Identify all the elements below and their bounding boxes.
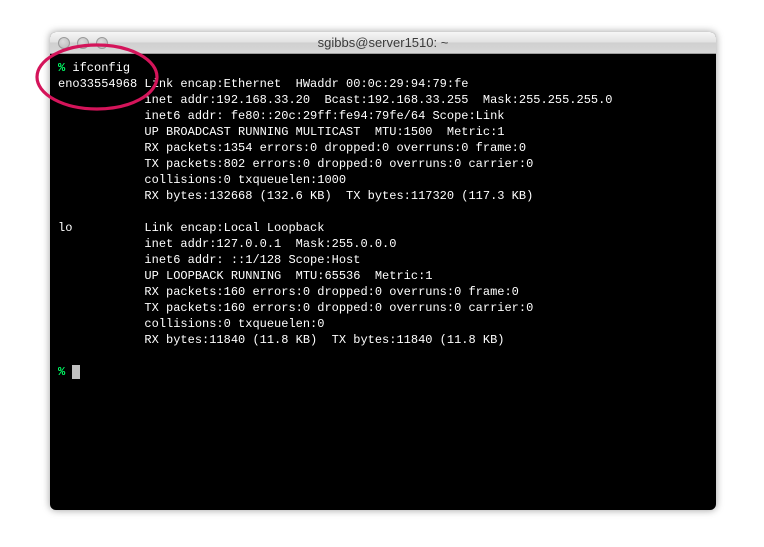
minimize-icon[interactable] (77, 37, 89, 49)
iface1-l2: inet addr:192.168.33.20 Bcast:192.168.33… (144, 93, 612, 107)
zoom-icon[interactable] (96, 37, 108, 49)
terminal-window: sgibbs@server1510: ~ % ifconfig eno33554… (50, 32, 716, 510)
iface2-l6: TX packets:160 errors:0 dropped:0 overru… (144, 301, 533, 315)
iface1-l4: UP BROADCAST RUNNING MULTICAST MTU:1500 … (144, 125, 504, 139)
cursor-icon (72, 365, 80, 379)
iface2-l2: inet addr:127.0.0.1 Mask:255.0.0.0 (144, 237, 396, 251)
close-icon[interactable] (58, 37, 70, 49)
iface2-l1: Link encap:Local Loopback (144, 221, 324, 235)
iface1-name: eno33554968 (58, 77, 137, 91)
iface2-l8: RX bytes:11840 (11.8 KB) TX bytes:11840 … (144, 333, 504, 347)
command-text: ifconfig (72, 61, 130, 75)
iface2-l7: collisions:0 txqueuelen:0 (144, 317, 324, 331)
iface1-l5: RX packets:1354 errors:0 dropped:0 overr… (144, 141, 526, 155)
iface2-l5: RX packets:160 errors:0 dropped:0 overru… (144, 285, 518, 299)
terminal-body[interactable]: % ifconfig eno33554968 Link encap:Ethern… (50, 54, 716, 510)
titlebar[interactable]: sgibbs@server1510: ~ (50, 32, 716, 54)
prompt-symbol: % (58, 61, 65, 75)
iface1-l1: Link encap:Ethernet HWaddr 00:0c:29:94:7… (144, 77, 468, 91)
iface1-l8: RX bytes:132668 (132.6 KB) TX bytes:1173… (144, 189, 533, 203)
iface2-name: lo (58, 221, 72, 235)
iface1-l3: inet6 addr: fe80::20c:29ff:fe94:79fe/64 … (144, 109, 504, 123)
iface2-l3: inet6 addr: ::1/128 Scope:Host (144, 253, 360, 267)
iface1-l7: collisions:0 txqueuelen:1000 (144, 173, 346, 187)
iface1-l6: TX packets:802 errors:0 dropped:0 overru… (144, 157, 533, 171)
window-controls (50, 37, 108, 49)
window-title: sgibbs@server1510: ~ (50, 35, 716, 50)
prompt-symbol: % (58, 365, 65, 379)
iface2-l4: UP LOOPBACK RUNNING MTU:65536 Metric:1 (144, 269, 432, 283)
